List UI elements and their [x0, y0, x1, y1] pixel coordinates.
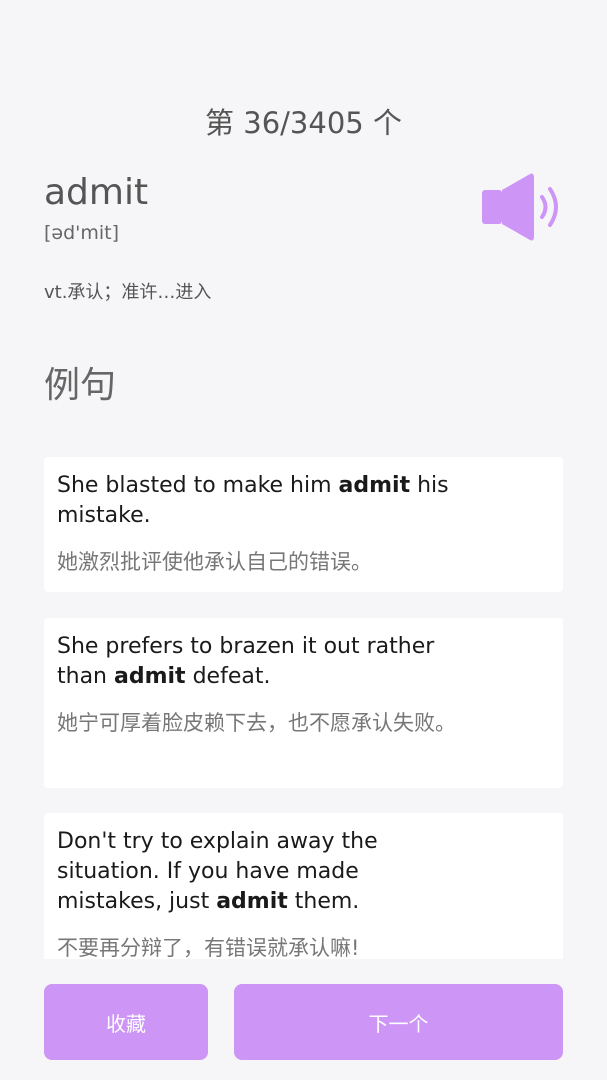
example-text: She blasted to make him	[57, 473, 339, 498]
speaker-icon[interactable]	[478, 170, 568, 244]
example-highlight: admit	[216, 889, 288, 914]
examples-list[interactable]: She blasted to make him admit his mistak…	[44, 457, 563, 959]
example-highlight: admit	[338, 473, 411, 498]
example-translation: 她激烈批评使他承认自己的错误。	[57, 550, 372, 574]
word-title: admit	[44, 172, 149, 213]
word-definition: vt.承认；准许…进入	[44, 282, 212, 303]
next-button[interactable]: 下一个	[234, 984, 563, 1060]
word-card-page: 第 36/3405 个 admit [əd'mit] vt.承认；准许…进入 例…	[18, 0, 589, 1080]
word-phonetic: [əd'mit]	[44, 222, 120, 244]
example-translation: 她宁可厚着脸皮赖下去，也不愿承认失败。	[57, 711, 456, 735]
example-card: She prefers to brazen it out rather than…	[44, 618, 563, 788]
example-card: She blasted to make him admit his mistak…	[44, 457, 563, 592]
example-sentence: She prefers to brazen it out rather than…	[57, 632, 457, 692]
examples-title: 例句	[44, 365, 117, 406]
example-text: defeat.	[185, 664, 271, 689]
progress-counter: 第 36/3405 个	[205, 106, 402, 140]
example-card: Don't try to explain away the situation.…	[44, 813, 563, 959]
example-sentence: She blasted to make him admit his mistak…	[57, 471, 457, 531]
example-text: them.	[287, 889, 360, 914]
example-sentence: Don't try to explain away the situation.…	[57, 827, 457, 917]
example-translation: 不要再分辩了，有错误就承认嘛!	[57, 936, 360, 959]
example-highlight: admit	[114, 664, 186, 689]
favorite-button[interactable]: 收藏	[44, 984, 208, 1060]
